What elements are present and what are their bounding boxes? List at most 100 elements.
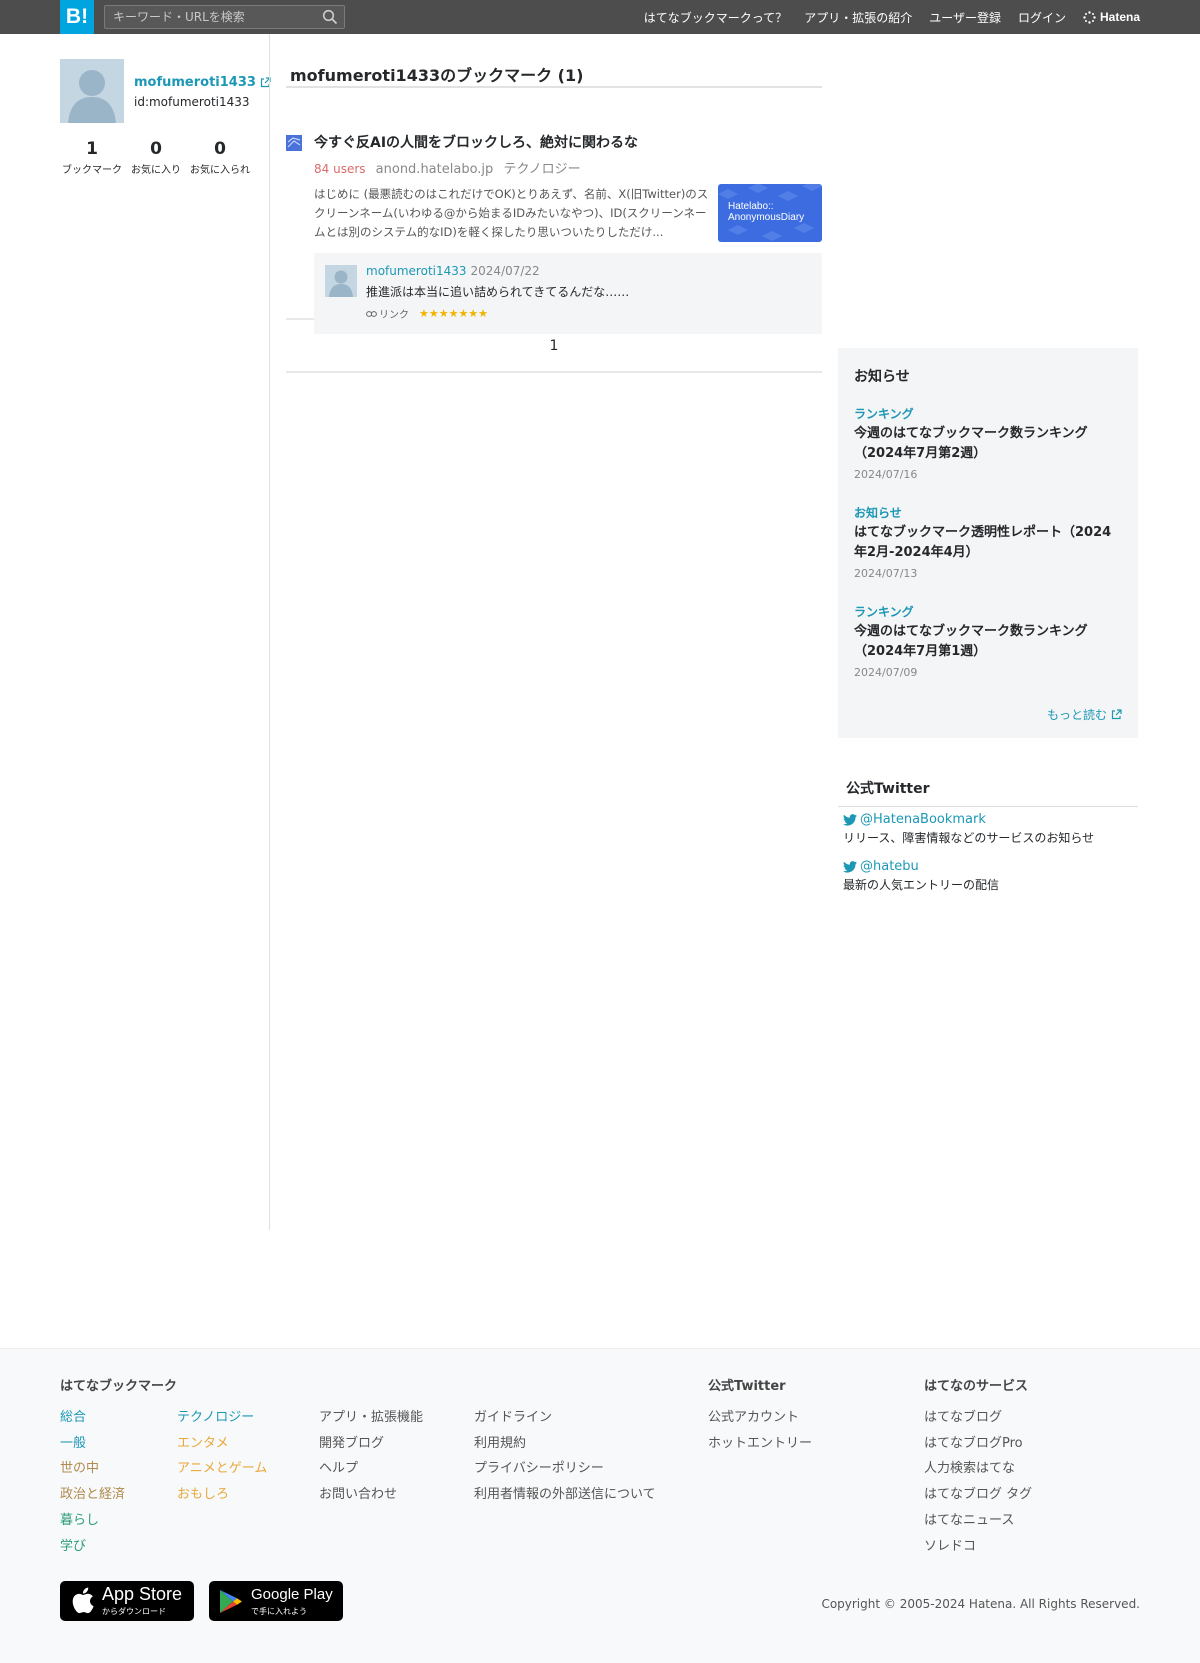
news-panel: お知らせ ランキング 今週のはてなブックマーク数ランキング（2024年7月第2週… xyxy=(838,348,1138,738)
news-title: はてなブックマーク透明性レポート（2024年2月-2024年4月） xyxy=(854,525,1112,560)
page-title: mofumeroti1433のブックマーク (1) xyxy=(286,60,822,88)
hatena-logo[interactable]: Hatena xyxy=(1083,10,1140,24)
footer-link[interactable]: アプリ・拡張機能 xyxy=(319,1405,423,1431)
footer-link[interactable]: ヘルプ xyxy=(319,1456,423,1482)
twitter-heading: 公式Twitter xyxy=(838,776,1138,807)
profile-stats: 1 ブックマーク 0 お気に入り 0 お気に入られ xyxy=(60,139,260,176)
footer-link[interactable]: 利用者情報の外部送信について xyxy=(474,1482,656,1508)
entry-users-count[interactable]: 84 users xyxy=(314,162,366,176)
footer-twitter-links: 公式アカウント ホットエントリー xyxy=(708,1405,812,1456)
entry-thumbnail[interactable]: Hatelabo:: AnonymousDiary xyxy=(718,184,822,242)
avatar[interactable] xyxy=(60,59,124,123)
news-more-link[interactable]: もっと読む xyxy=(1047,706,1122,723)
profile-username[interactable]: mofumeroti1433 xyxy=(134,75,271,90)
twitter-handle-text: @hatebu xyxy=(860,859,919,874)
app-store-subtitle: からダウンロード xyxy=(102,1607,166,1616)
google-play-subtitle: で手に入れよう xyxy=(251,1607,307,1616)
footer: はてなブックマーク 総合 一般 世の中 政治と経済 暮らし 学び テクノロジー … xyxy=(0,1348,1200,1663)
footer-link[interactable]: 人力検索はてな xyxy=(924,1456,1032,1482)
footer-link[interactable]: 暮らし xyxy=(60,1508,125,1534)
footer-link[interactable]: プライバシーポリシー xyxy=(474,1456,656,1482)
news-item[interactable]: ランキング 今週のはてなブックマーク数ランキング（2024年7月第2週） 202… xyxy=(854,405,1122,481)
footer-link[interactable]: はてなニュース xyxy=(924,1508,1032,1534)
pagination: 1 xyxy=(286,320,822,373)
nav-login[interactable]: ログイン xyxy=(1018,9,1066,26)
footer-link[interactable]: 世の中 xyxy=(60,1456,125,1482)
news-date: 2024/07/13 xyxy=(854,567,918,580)
search-icon[interactable] xyxy=(322,9,338,25)
google-play-badge[interactable]: Google Play で手に入れよう xyxy=(209,1581,343,1621)
stat-favorites[interactable]: 0 お気に入り xyxy=(124,139,188,176)
twitter-handle-text: @HatenaBookmark xyxy=(860,812,986,827)
thumbnail-caption: Hatelabo:: AnonymousDiary xyxy=(728,201,804,223)
footer-link[interactable]: アニメとゲーム xyxy=(177,1456,267,1482)
footer-categories-col2: テクノロジー エンタメ アニメとゲーム おもしろ xyxy=(177,1405,267,1508)
star-rating[interactable]: ★★★★★★★ xyxy=(419,307,488,320)
nav-about[interactable]: はてなブックマークって？ xyxy=(644,9,787,26)
twitter-handle-link[interactable]: @hatebu xyxy=(843,859,1143,874)
stat-favorited[interactable]: 0 お気に入られ xyxy=(188,139,252,176)
twitter-account: @HatenaBookmark リリース、障害情報などのサービスのお知らせ xyxy=(843,812,1143,846)
app-store-badge[interactable]: App Store からダウンロード xyxy=(60,1581,194,1621)
footer-link[interactable]: ホットエントリー xyxy=(708,1431,812,1457)
news-category: ランキング xyxy=(854,605,914,619)
sidebar-divider xyxy=(269,34,270,1230)
footer-link[interactable]: 学び xyxy=(60,1534,125,1560)
footer-link[interactable]: 政治と経済 xyxy=(60,1482,125,1508)
stat-favorited-label: お気に入られ xyxy=(190,165,250,176)
nav-register[interactable]: ユーザー登録 xyxy=(929,9,1001,26)
footer-link[interactable]: ガイドライン xyxy=(474,1405,656,1431)
comment-avatar[interactable] xyxy=(325,265,357,297)
twitter-handle-link[interactable]: @HatenaBookmark xyxy=(843,812,1143,827)
news-category: ランキング xyxy=(854,407,914,421)
footer-link[interactable]: 一般 xyxy=(60,1431,125,1457)
stat-favorites-label: お気に入り xyxy=(131,165,181,176)
stat-bookmarks-count: 1 xyxy=(86,139,98,159)
search-input[interactable] xyxy=(105,6,315,28)
footer-bookmark-heading: はてなブックマーク xyxy=(60,1379,178,1394)
comment-username[interactable]: mofumeroti1433 xyxy=(366,264,467,278)
news-item[interactable]: お知らせ はてなブックマーク透明性レポート（2024年2月-2024年4月） 2… xyxy=(854,504,1122,580)
comment-link-button[interactable]: リンク xyxy=(366,306,409,321)
footer-link[interactable]: エンタメ xyxy=(177,1431,267,1457)
news-item[interactable]: ランキング 今週のはてなブックマーク数ランキング（2024年7月第1週） 202… xyxy=(854,603,1122,679)
entry-category[interactable]: テクノロジー xyxy=(503,162,580,177)
profile-id: id:mofumeroti1433 xyxy=(134,95,250,109)
site-favicon-icon xyxy=(286,135,302,151)
nav-apps[interactable]: アプリ・拡張の紹介 xyxy=(804,9,912,26)
global-header: B! はてなブックマークって？ アプリ・拡張の紹介 ユーザー登録 ログイン Ha… xyxy=(0,0,1200,34)
footer-link[interactable]: 総合 xyxy=(60,1405,125,1431)
comment-text: 推進派は本当に追い詰められてきてるんだな…… xyxy=(366,285,630,299)
footer-link[interactable]: 利用規約 xyxy=(474,1431,656,1457)
entry-domain[interactable]: anond.hatelabo.jp xyxy=(376,162,494,177)
news-heading: お知らせ xyxy=(854,369,910,385)
footer-link[interactable]: テクノロジー xyxy=(177,1405,267,1431)
page-number-current[interactable]: 1 xyxy=(550,338,559,354)
footer-link[interactable]: はてなブログPro xyxy=(924,1431,1032,1457)
stat-bookmarks[interactable]: 1 ブックマーク xyxy=(60,139,124,176)
news-category: お知らせ xyxy=(854,506,902,520)
twitter-desc: リリース、障害情報などのサービスのお知らせ xyxy=(843,831,1095,845)
footer-link[interactable]: おもしろ xyxy=(177,1482,267,1508)
bookmark-entry: 今すぐ反AIの人間をブロックしろ、絶対に関わるな 84 users anond.… xyxy=(286,88,822,334)
footer-link[interactable]: ソレドコ xyxy=(924,1534,1032,1560)
entry-meta: 84 users anond.hatelabo.jp テクノロジー xyxy=(314,158,581,177)
footer-link[interactable]: 公式アカウント xyxy=(708,1405,812,1431)
footer-link[interactable]: 開発ブログ xyxy=(319,1431,423,1457)
global-nav: はてなブックマークって？ アプリ・拡張の紹介 ユーザー登録 ログイン Haten… xyxy=(644,0,1140,34)
news-date: 2024/07/09 xyxy=(854,666,918,679)
footer-link[interactable]: はてなブログ タグ xyxy=(924,1482,1032,1508)
hatena-bookmark-logo[interactable]: B! xyxy=(60,0,94,34)
entry-title-link[interactable]: 今すぐ反AIの人間をブロックしろ、絶対に関わるな xyxy=(314,132,638,152)
twitter-account: @hatebu 最新の人気エントリーの配信 xyxy=(843,859,1143,893)
footer-link[interactable]: はてなブログ xyxy=(924,1405,1032,1431)
footer-link[interactable]: お問い合わせ xyxy=(319,1482,423,1508)
news-date: 2024/07/16 xyxy=(854,468,918,481)
comment-header: mofumeroti1433 2024/07/22 xyxy=(366,264,540,278)
external-link-icon xyxy=(1111,709,1122,720)
thumbnail-caption-line2: AnonymousDiary xyxy=(728,212,805,223)
comment-date[interactable]: 2024/07/22 xyxy=(471,264,540,278)
stat-favorited-count: 0 xyxy=(214,139,226,159)
news-more-label: もっと読む xyxy=(1046,708,1107,722)
twitter-bird-icon xyxy=(843,813,857,826)
